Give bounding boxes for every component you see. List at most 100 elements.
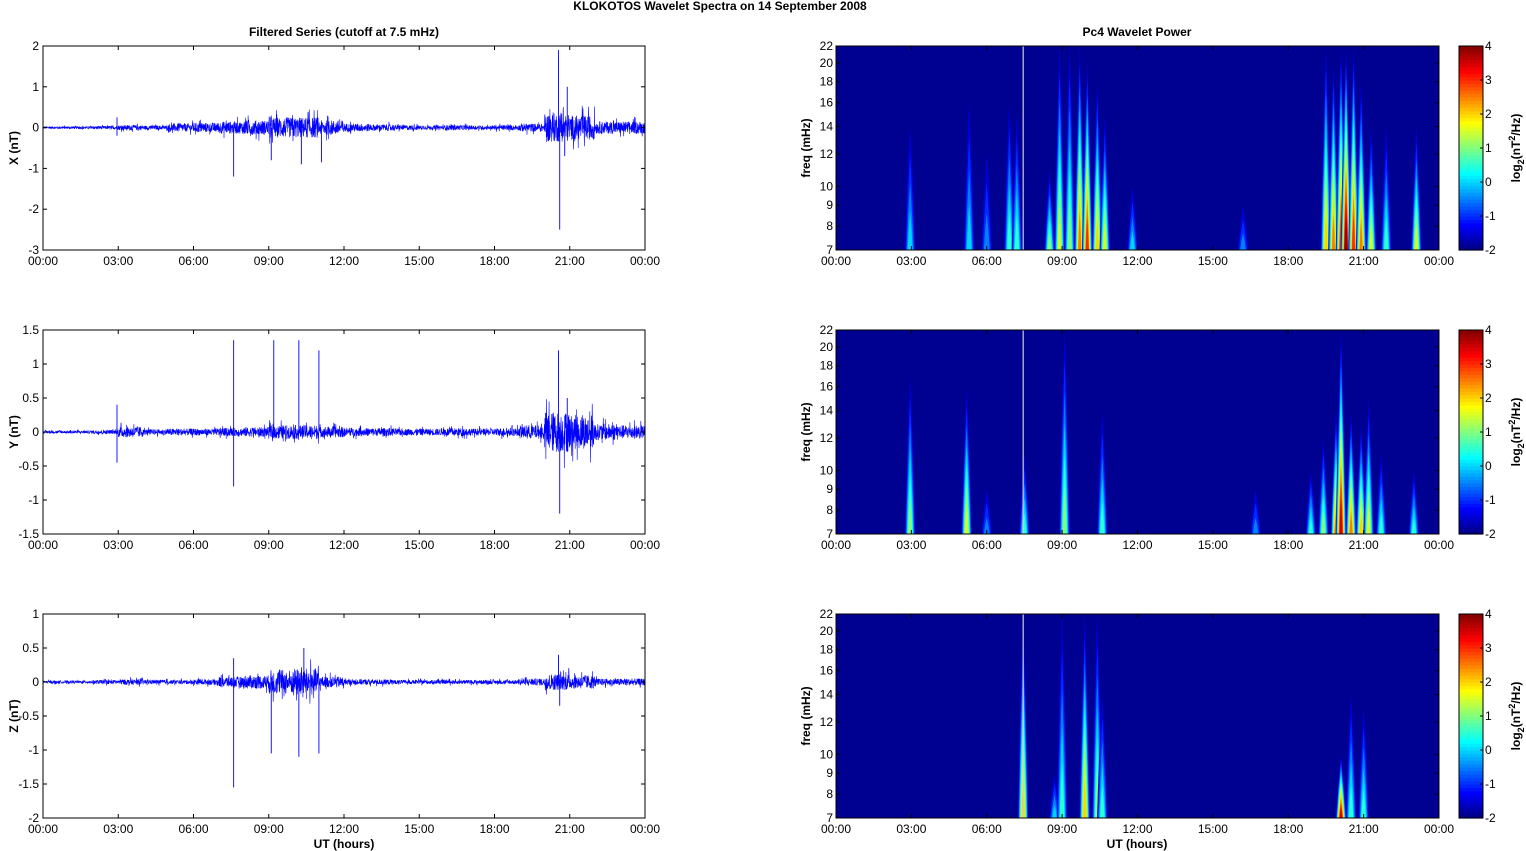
ytick-label: 16 [820,380,834,394]
ytick-label: 20 [820,624,834,638]
ytick-label: 0.5 [22,391,39,405]
colorbar-tick-label: -1 [1485,777,1496,791]
ytick-label: 12 [820,147,834,161]
ts-xtick-label: 18:00 [479,254,509,268]
ts-xtick-label: 12:00 [329,254,359,268]
colorbar-cell [1459,144,1483,149]
ylabel: freq (mHz) [799,686,813,745]
ytick-label: 10 [820,747,834,761]
ts-xtick-label: 03:00 [103,538,133,552]
colorbar-cell [1459,374,1483,379]
colorbar-tick-label: 2 [1485,391,1492,405]
timeseries-panel-Z: -2-1.5-1-0.500.5100:00 03:00 06:00 09:00 12:… [7,607,660,836]
ts-xtick-label: 09:00 [254,822,284,836]
ytick-label: 16 [820,664,834,678]
ts-xtick-label: 21:00 [555,822,585,836]
figure-title: KLOKOTOS Wavelet Spectra on 14 September… [573,0,867,13]
ts-xtick-label: 15:00 [404,538,434,552]
ytick-label: -0.5 [18,709,39,723]
ytick-label: 1.5 [22,323,39,337]
wv-xtick-label: 00:00 [1424,538,1454,552]
wv-xtick-label: 00:00 [821,822,851,836]
ytick-label: 9 [826,766,833,780]
colorbar-tick-label: 3 [1485,73,1492,87]
ytick-label: 8 [826,219,833,233]
timeseries-panel-X: -3-2-101200:00 03:00 06:00 09:00 12:00 15:00 1… [7,39,660,268]
ytick-label: -1 [28,493,39,507]
wv-xtick-label: 09:00 [1047,822,1077,836]
ts-xtick-label: 03:00 [103,822,133,836]
ylabel: freq (mHz) [799,118,813,177]
ytick-label: -1 [28,161,39,175]
wavelet-panel-Z: 7891012141618202200:00 03:00 06:00 09:00 12:… [799,607,1526,836]
colorbar-tick-label: 1 [1485,709,1492,723]
ytick-label: 1 [32,357,39,371]
wv-xtick-label: 12:00 [1122,822,1152,836]
colorbar: -2 -1 0 1 2 3 4 log2(nT2/Hz) [1458,323,1526,541]
colorbar-cell [1459,442,1483,447]
colorbar-tick-label: 4 [1485,607,1492,621]
wavelet-panel-Y: 7891012141618202200:00 03:00 06:00 09:00 12:… [799,323,1526,552]
ytick-label: 18 [820,643,834,657]
colorbar-cell [1459,239,1483,244]
ts-xtick-label: 12:00 [329,538,359,552]
ylabel: Z (nT) [7,699,21,732]
colorbar: -2 -1 0 1 2 3 4 log2(nT2/Hz) [1458,39,1526,257]
ytick-label: 12 [820,715,834,729]
colorbar-cell [1459,46,1483,50]
ts-xtick-label: 06:00 [178,538,208,552]
ylabel: freq (mHz) [799,402,813,461]
ts-xtick-label: 12:00 [329,822,359,836]
ytick-label: -2 [28,202,39,216]
colorbar-tick-label: -1 [1485,493,1496,507]
colorbar-cell [1459,178,1483,183]
timeseries-panel-Y: -1.5-1-0.500.511.500:00 03:00 06:00 09:00 12… [7,323,660,552]
wv-xtick-label: 15:00 [1198,254,1228,268]
colorbar-cell [1459,614,1483,618]
colorbar-tick-label: -2 [1485,243,1496,257]
colorbar-tick-label: -2 [1485,527,1496,541]
wavelet-panel-X: 7891012141618202200:00 03:00 06:00 09:00 12:… [799,39,1526,268]
colorbar-cell [1459,229,1483,234]
ytick-label: 1 [32,607,39,621]
wv-xtick-label: 12:00 [1122,254,1152,268]
wv-xtick-label: 18:00 [1273,254,1303,268]
ts-xtick-label: 00:00 [28,822,58,836]
left-column-title: Filtered Series (cutoff at 7.5 mHz) [249,25,439,39]
colorbar-cell [1459,459,1483,464]
wv-xtick-label: 00:00 [1424,254,1454,268]
ts-xtick-label: 21:00 [555,538,585,552]
colorbar-cell [1459,493,1483,498]
wv-xtick-label: 18:00 [1273,538,1303,552]
colorbar-tick-label: 1 [1485,141,1492,155]
colorbar-cell [1459,340,1483,345]
ytick-label: 22 [820,607,834,621]
ytick-label: 10 [820,179,834,193]
ytick-label: 18 [820,359,834,373]
ytick-label: 12 [820,431,834,445]
ts-xtick-label: 03:00 [103,254,133,268]
ts-xtick-label: 21:00 [555,254,585,268]
ts-xtick-label: 00:00 [630,822,660,836]
colorbar-tick-label: 3 [1485,641,1492,655]
colorbar-tick-label: 0 [1485,743,1492,757]
ts-xtick-label: 15:00 [404,254,434,268]
colorbar-tick-label: 0 [1485,175,1492,189]
wv-xtick-label: 12:00 [1122,538,1152,552]
colorbar-cell [1459,330,1483,334]
colorbar-tick-label: 4 [1485,39,1492,53]
ytick-label: 1 [32,80,39,94]
ytick-label: -1 [28,743,39,757]
colorbar-tick-label: -1 [1485,209,1496,223]
colorbar-cell [1459,154,1483,159]
ytick-label: 0 [32,425,39,439]
ytick-label: 20 [820,56,834,70]
colorbar-tick-label: -2 [1485,811,1496,825]
colorbar-cell [1459,137,1483,142]
ytick-label: 0 [32,121,39,135]
colorbar-cell [1459,408,1483,413]
ytick-label: 20 [820,340,834,354]
ytick-label: -0.5 [18,459,39,473]
right-xlabel: UT (hours) [1107,837,1168,851]
colorbar-cell [1459,205,1483,210]
